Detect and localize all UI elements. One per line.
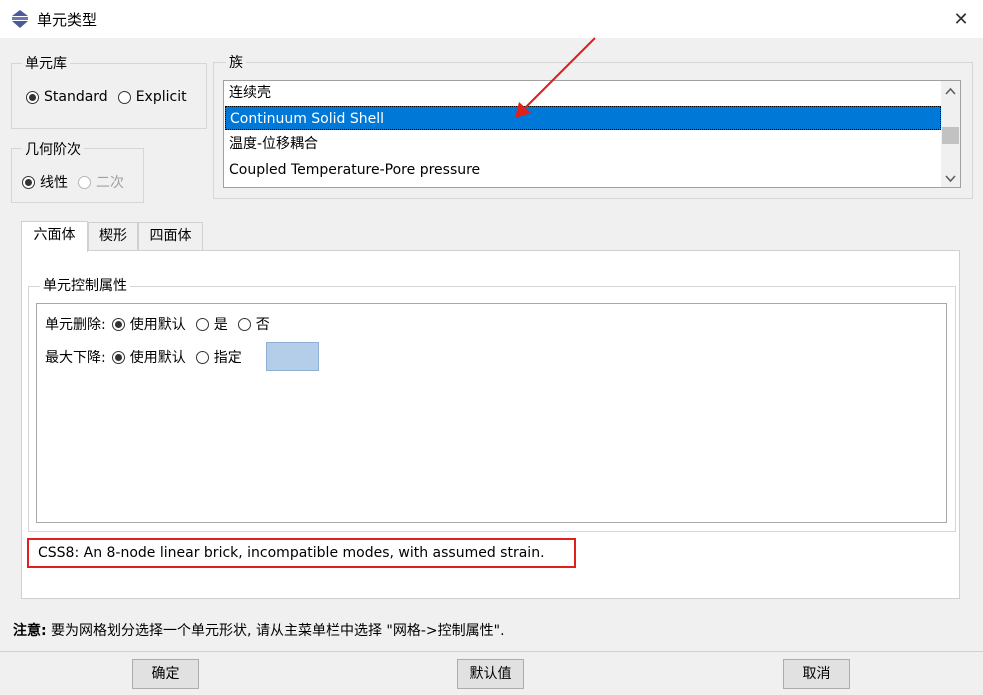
radio-degradation-specify[interactable]: 指定	[195, 347, 242, 367]
defaults-button[interactable]: 默认值	[457, 659, 524, 689]
radio-explicit[interactable]: Explicit	[117, 89, 187, 105]
cancel-button[interactable]: 取消	[783, 659, 850, 689]
title-bar: 单元类型 ✕	[0, 0, 983, 38]
radio-dot	[22, 175, 35, 189]
deletion-label: 单元删除:	[45, 317, 106, 333]
close-icon: ✕	[953, 8, 969, 30]
degradation-value-field[interactable]	[266, 342, 319, 371]
radio-dot	[26, 90, 39, 104]
radio-dot	[237, 317, 251, 331]
radio-linear[interactable]: 线性	[22, 172, 68, 192]
radio-dot	[195, 317, 209, 331]
ok-button[interactable]: 确定	[132, 659, 199, 689]
deletion-row: 单元删除: 使用默认 是 否	[45, 314, 270, 334]
radio-dot	[195, 350, 209, 364]
tab-tetrahedron[interactable]: 四面体	[138, 222, 203, 251]
scroll-up-icon[interactable]	[945, 87, 956, 95]
radio-dot	[111, 317, 125, 331]
annotation-arrow	[515, 37, 596, 118]
controls-group-title: 单元控制属性	[40, 277, 130, 295]
note-text: 注意: 要为网格划分选择一个单元形状, 请从主菜单栏中选择 "网格->控制属性"…	[13, 620, 505, 640]
note-label: 注意:	[13, 623, 47, 639]
tab-wedge[interactable]: 楔形	[88, 222, 138, 251]
family-item-2[interactable]: 温度-位移耦合	[225, 132, 941, 156]
close-button[interactable]: ✕	[945, 4, 977, 34]
family-item-3[interactable]: Coupled Temperature-Pore pressure	[225, 158, 941, 182]
element-description: CSS8: An 8-node linear brick, incompatib…	[27, 538, 576, 568]
radio-deletion-default[interactable]: 使用默认	[111, 314, 186, 334]
degradation-row: 最大下降: 使用默认 指定	[45, 347, 242, 367]
tab-hexahedron[interactable]: 六面体	[21, 221, 88, 252]
radio-standard[interactable]: Standard	[26, 89, 108, 105]
controls-box	[36, 303, 947, 523]
note-body: 要为网格划分选择一个单元形状, 请从主菜单栏中选择 "网格->控制属性".	[46, 623, 505, 639]
radio-deletion-no[interactable]: 否	[237, 314, 270, 334]
scroll-thumb[interactable]	[942, 127, 959, 144]
order-options: 线性 二次	[22, 172, 124, 192]
library-group-title: 单元库	[22, 55, 70, 73]
radio-dot	[78, 175, 91, 189]
app-icon	[12, 10, 28, 28]
family-list-scrollbar[interactable]	[941, 81, 960, 187]
radio-deletion-yes[interactable]: 是	[195, 314, 228, 334]
radio-dot	[111, 350, 125, 364]
degradation-label: 最大下降:	[45, 350, 106, 366]
window-title: 单元类型	[37, 11, 98, 29]
radio-dot	[117, 90, 131, 104]
radio-quadratic[interactable]: 二次	[78, 172, 124, 192]
order-group-title: 几何阶次	[22, 141, 84, 159]
separator	[0, 651, 983, 652]
library-options: Standard Explicit	[26, 89, 187, 105]
scroll-down-icon[interactable]	[945, 175, 956, 183]
radio-degradation-default[interactable]: 使用默认	[111, 347, 186, 367]
family-group-title: 族	[226, 54, 246, 72]
